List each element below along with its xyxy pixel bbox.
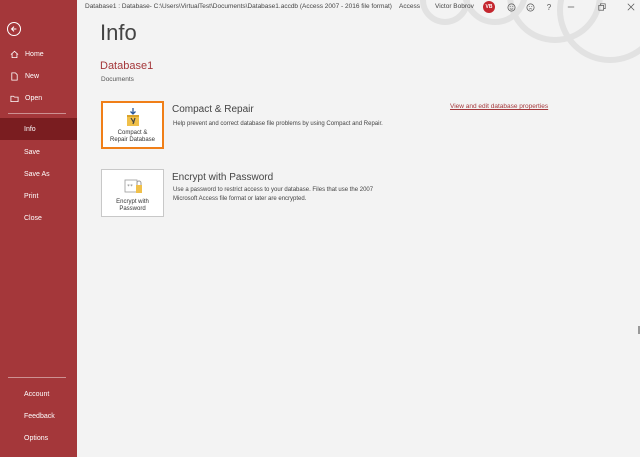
- nav-save[interactable]: Save: [0, 141, 77, 163]
- nav-new[interactable]: New: [0, 65, 77, 87]
- help-icon[interactable]: ?: [543, 1, 555, 13]
- sad-feedback-icon[interactable]: [524, 1, 536, 13]
- encrypt-password-title: Encrypt with Password: [172, 172, 274, 183]
- encrypt-label-line2: Password: [119, 206, 146, 212]
- nav-open-label: Open: [25, 94, 43, 102]
- nav-save-as-label: Save As: [24, 170, 50, 178]
- nav-open[interactable]: Open: [0, 87, 77, 109]
- close-icon[interactable]: [625, 1, 637, 13]
- backstage-sidebar: Home New Open Info Save Save As Print Cl…: [0, 0, 77, 457]
- back-arrow-icon[interactable]: [7, 22, 21, 36]
- nav-account-label: Account: [24, 390, 50, 398]
- minimize-icon[interactable]: [565, 1, 577, 13]
- nav-home-label: Home: [25, 50, 44, 58]
- compact-repair-button[interactable]: Compact & Repair Database: [101, 101, 164, 149]
- encrypt-password-description: Use a password to restrict access to you…: [173, 186, 433, 204]
- nav-print-label: Print: [24, 192, 39, 200]
- nav-save-label: Save: [24, 148, 40, 156]
- nav-save-as[interactable]: Save As: [0, 163, 77, 185]
- nav-options-label: Options: [24, 434, 49, 442]
- compact-repair-description: Help prevent and correct database file p…: [173, 121, 383, 127]
- nav-feedback-label: Feedback: [24, 412, 55, 420]
- nav-feedback[interactable]: Feedback: [0, 405, 77, 427]
- smiley-feedback-icon[interactable]: [505, 1, 517, 13]
- nav-home[interactable]: Home: [0, 43, 77, 65]
- nav-close-label: Close: [24, 214, 42, 222]
- nav-print[interactable]: Print: [0, 185, 77, 207]
- sidebar-divider: [8, 113, 66, 114]
- encrypt-label-line1: Encrypt with: [116, 199, 149, 205]
- encrypt-description-line2: Microsoft Access file format or later ar…: [173, 196, 307, 202]
- sidebar-divider-bottom: [8, 377, 66, 378]
- nav-info-label: Info: [24, 125, 36, 133]
- compact-repair-icon: [126, 108, 139, 126]
- restore-icon[interactable]: [596, 1, 608, 13]
- compact-repair-label-line1: Compact &: [117, 130, 148, 136]
- home-icon: [9, 49, 19, 59]
- compact-repair-title: Compact & Repair: [172, 104, 254, 115]
- nav-account[interactable]: Account: [0, 383, 77, 405]
- compact-repair-label-line2: Repair Database: [109, 137, 156, 143]
- nav-info[interactable]: Info: [0, 118, 77, 140]
- nav-close[interactable]: Close: [0, 207, 77, 229]
- nav-options[interactable]: Options: [0, 427, 77, 449]
- new-document-icon: [9, 71, 19, 81]
- user-name[interactable]: Victor Bobrov: [435, 3, 474, 10]
- page-title: Info: [100, 20, 137, 45]
- app-name: Access: [399, 3, 420, 10]
- svg-text:**: **: [127, 184, 133, 190]
- nav-new-label: New: [25, 72, 40, 80]
- folder-open-icon: [9, 93, 19, 103]
- database-name: Database1: [100, 60, 154, 72]
- avatar[interactable]: VB: [483, 1, 495, 13]
- lock-database-icon: **: [124, 179, 142, 193]
- database-location: Documents: [101, 76, 134, 83]
- window-title: Database1 : Database- C:\Users\VirtualTe…: [85, 3, 392, 10]
- encrypt-password-button[interactable]: ** Encrypt with Password: [101, 169, 164, 217]
- encrypt-description-line1: Use a password to restrict access to you…: [173, 187, 374, 193]
- view-properties-link[interactable]: View and edit database properties: [450, 103, 548, 110]
- title-bar: Database1 : Database- C:\Users\VirtualTe…: [77, 0, 640, 14]
